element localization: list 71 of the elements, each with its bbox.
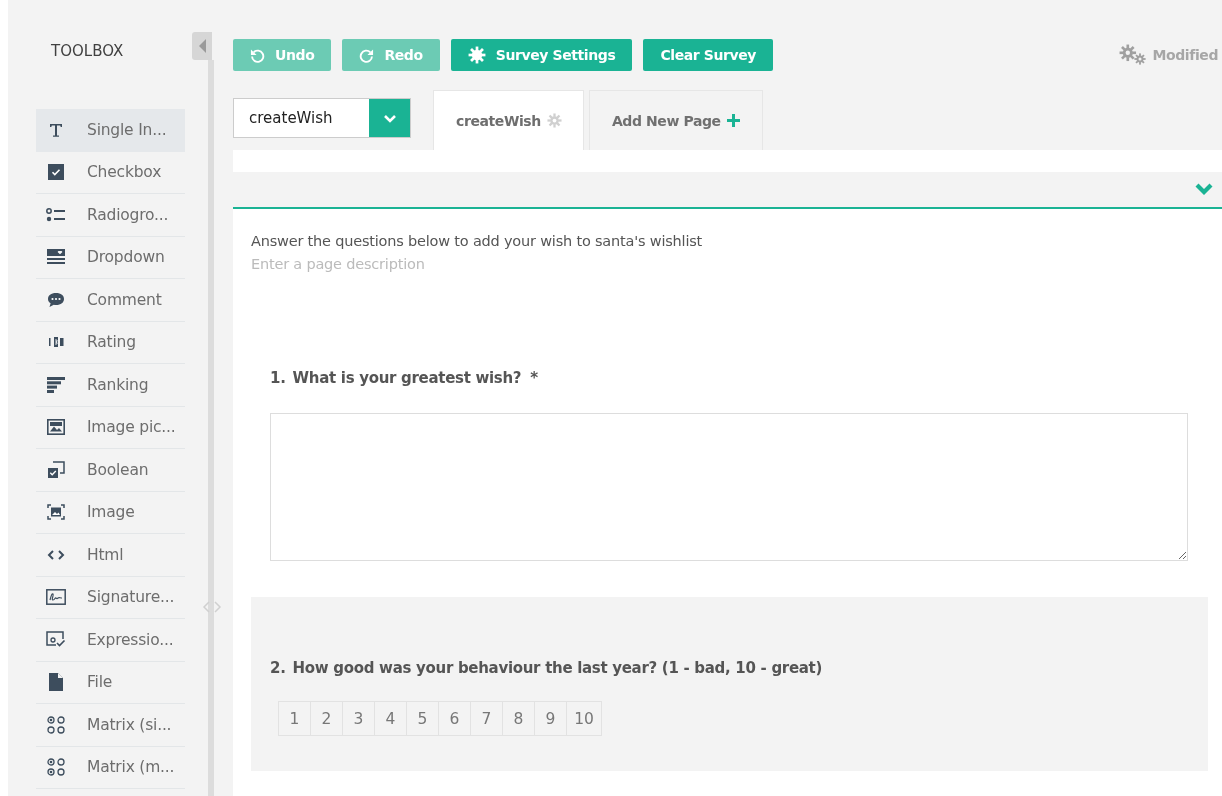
expand-button[interactable] <box>1194 183 1214 196</box>
rating-icon <box>47 336 65 349</box>
chevron-down-icon <box>1194 183 1214 196</box>
toolbox-item[interactable]: Image <box>36 491 185 534</box>
settings-icon <box>546 113 562 128</box>
speech-bubble-icon <box>47 291 65 308</box>
chevron-down-icon <box>383 113 396 123</box>
toolbox-item[interactable]: Signature... <box>36 576 185 619</box>
rating-option[interactable]: 4 <box>374 701 407 736</box>
toolbox-item[interactable]: Single In... <box>36 109 185 152</box>
dropdown-icon <box>47 249 65 266</box>
rating-option[interactable]: 3 <box>342 701 375 736</box>
toolbox-title: TOOLBOX <box>51 42 124 60</box>
undo-icon <box>250 47 265 63</box>
question-title[interactable]: What is your greatest wish? <box>292 369 522 387</box>
page-dropdown[interactable]: createWish <box>233 98 411 138</box>
dropdown-toggle-button[interactable] <box>369 99 410 137</box>
ranking-icon <box>47 376 65 393</box>
toolbox-item[interactable]: Ranking <box>36 364 185 407</box>
page-tab[interactable]: createWish <box>433 90 584 150</box>
toolbox-item[interactable]: Dropdown <box>36 236 185 279</box>
plus-icon <box>726 114 740 127</box>
toolbox-item[interactable]: Image pic... <box>36 406 185 449</box>
rating-option[interactable]: 10 <box>566 701 602 736</box>
rating-option[interactable]: 7 <box>470 701 503 736</box>
question-title[interactable]: How good was your behaviour the last year? (1 - bad, 10 - great) <box>292 659 823 677</box>
question-panel[interactable]: 2. How good was your behaviour the last year? (1 - bad, 10 - great) 1 2 3 4 5 6 7 8 9 10 <box>251 597 1208 771</box>
toolbox-item[interactable]: Rating <box>36 321 185 364</box>
toolbox-item[interactable]: Matrix (m... <box>36 746 185 789</box>
toolbox-item[interactable]: Expressio... <box>36 619 185 662</box>
expression-icon <box>46 630 66 649</box>
matrix-icon <box>47 758 65 777</box>
toolbox-item[interactable]: Matrix (si... <box>36 704 185 747</box>
toolbox-item[interactable]: Comment <box>36 279 185 322</box>
caret-left-icon <box>197 38 207 54</box>
answer-box[interactable] <box>270 413 1188 561</box>
radio-list-icon <box>46 206 66 223</box>
image-frame-icon <box>47 504 65 521</box>
code-icon <box>47 548 65 561</box>
toolbox-item[interactable]: Checkbox <box>36 151 185 194</box>
rating-option[interactable]: 6 <box>438 701 471 736</box>
page-description-field[interactable]: Enter a page description <box>251 256 551 272</box>
rating-option[interactable]: 8 <box>502 701 535 736</box>
question-area[interactable]: 1. What is your greatest wish? * <box>251 273 1208 597</box>
redo-icon <box>359 47 375 63</box>
settings-icon <box>467 46 486 64</box>
rating-option[interactable]: 2 <box>310 701 343 736</box>
rating-option[interactable]: 1 <box>278 701 311 736</box>
toolbox-item[interactable]: Radiogro... <box>36 194 185 237</box>
text-icon <box>48 121 64 138</box>
page-title[interactable]: Answer the questions below to add your wish to santa's wishlist <box>251 233 1208 249</box>
required-mark: * <box>530 369 538 387</box>
page-tab[interactable]: Add New Page <box>588 90 763 150</box>
toolbox-item[interactable]: Boolean <box>36 449 185 492</box>
file-icon <box>48 673 64 692</box>
settings-button[interactable]: Survey Settings <box>450 39 633 71</box>
clear-button[interactable]: Clear Survey <box>643 39 774 71</box>
signature-icon <box>46 589 66 606</box>
checkbox-icon <box>48 164 64 181</box>
question-number: 1. <box>270 369 286 387</box>
rating-option[interactable]: 9 <box>534 701 567 736</box>
image-icon <box>47 419 65 436</box>
collapse-button[interactable] <box>192 32 212 60</box>
rating-option[interactable]: 5 <box>406 701 439 736</box>
toolbox-item[interactable]: File <box>36 661 185 704</box>
question-number: 2. <box>270 659 286 677</box>
resize-handle-icon[interactable] <box>201 600 223 614</box>
boolean-icon <box>47 460 65 479</box>
matrix-icon <box>47 715 65 734</box>
modified-status: Modified <box>1152 47 1218 63</box>
toolbox-item[interactable]: Html <box>36 534 185 577</box>
